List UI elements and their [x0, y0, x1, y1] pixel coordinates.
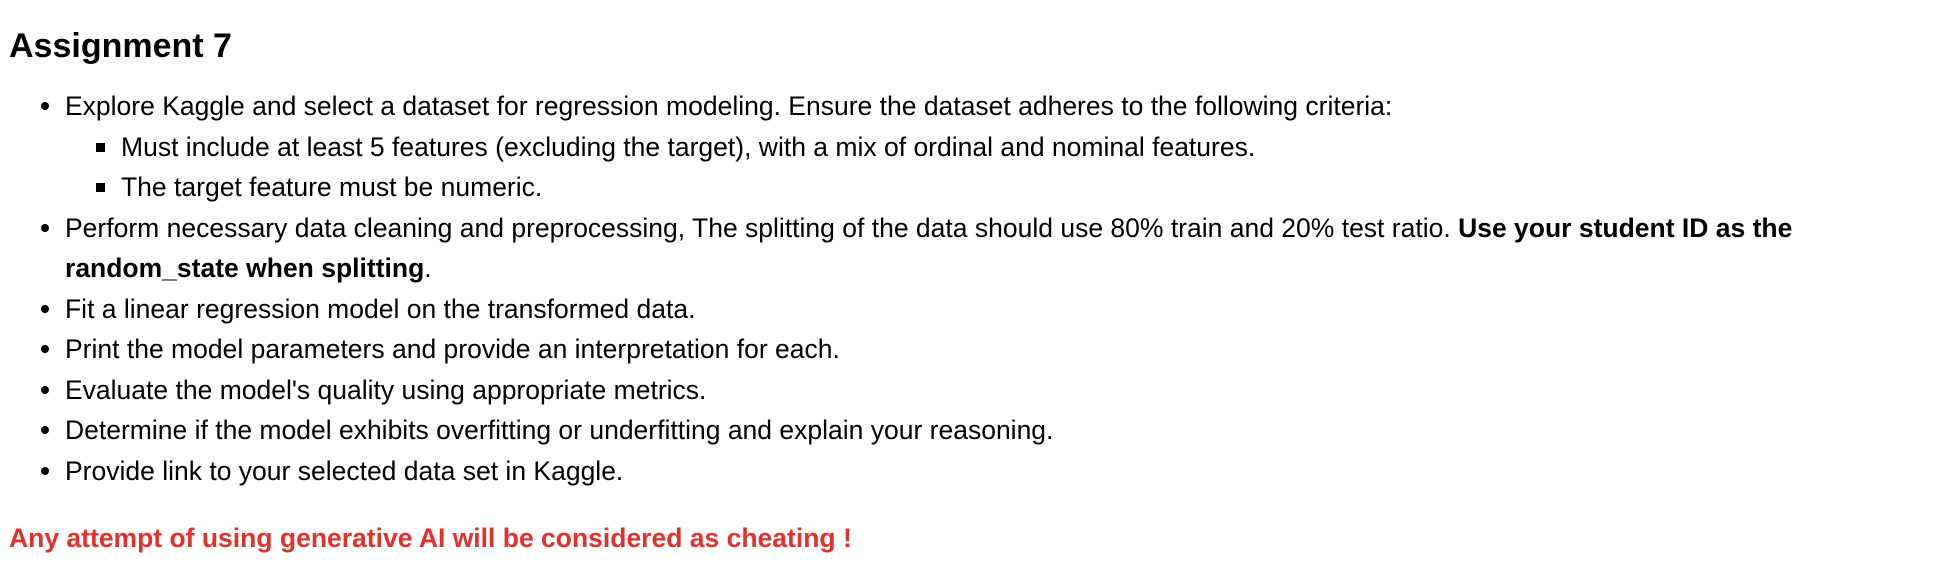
list-item-text: Determine if the model exhibits overfitt…: [65, 415, 1054, 445]
page-title: Assignment 7: [9, 27, 232, 65]
list-item-link: Provide link to your selected data set i…: [41, 451, 1946, 492]
warning-notice: Any attempt of using generative AI will …: [9, 523, 852, 553]
list-item-overfitting: Determine if the model exhibits overfitt…: [41, 410, 1946, 451]
criteria-item-features: Must include at least 5 features (exclud…: [96, 127, 1946, 168]
assignment-document: Assignment 7 Explore Kaggle and select a…: [0, 0, 1946, 574]
criteria-item-text: Must include at least 5 features (exclud…: [121, 131, 1256, 162]
list-item-text: Fit a linear regression model on the tra…: [65, 293, 696, 324]
list-item-text: Evaluate the model's quality using appro…: [65, 374, 707, 405]
criteria-item-text: The target feature must be numeric.: [121, 172, 543, 202]
list-item-text: Perform necessary data cleaning and prep…: [65, 212, 1459, 243]
criteria-list: Must include at least 5 features (exclud…: [65, 127, 1946, 208]
list-item-tail: .: [424, 253, 432, 283]
list-item-parameters: Print the model parameters and provide a…: [41, 329, 1946, 370]
criteria-item-target: The target feature must be numeric.: [96, 167, 1946, 208]
list-item-dataset: Explore Kaggle and select a dataset for …: [41, 86, 1946, 208]
list-item-text: Provide link to your selected data set i…: [65, 455, 624, 486]
list-item-preprocessing: Perform necessary data cleaning and prep…: [41, 208, 1946, 289]
requirements-list: Explore Kaggle and select a dataset for …: [9, 86, 1946, 491]
list-item-fit-model: Fit a linear regression model on the tra…: [41, 289, 1946, 330]
list-item-text: Print the model parameters and provide a…: [65, 334, 840, 364]
list-item-text: Explore Kaggle and select a dataset for …: [65, 91, 1393, 121]
list-item-evaluate: Evaluate the model's quality using appro…: [41, 370, 1946, 411]
